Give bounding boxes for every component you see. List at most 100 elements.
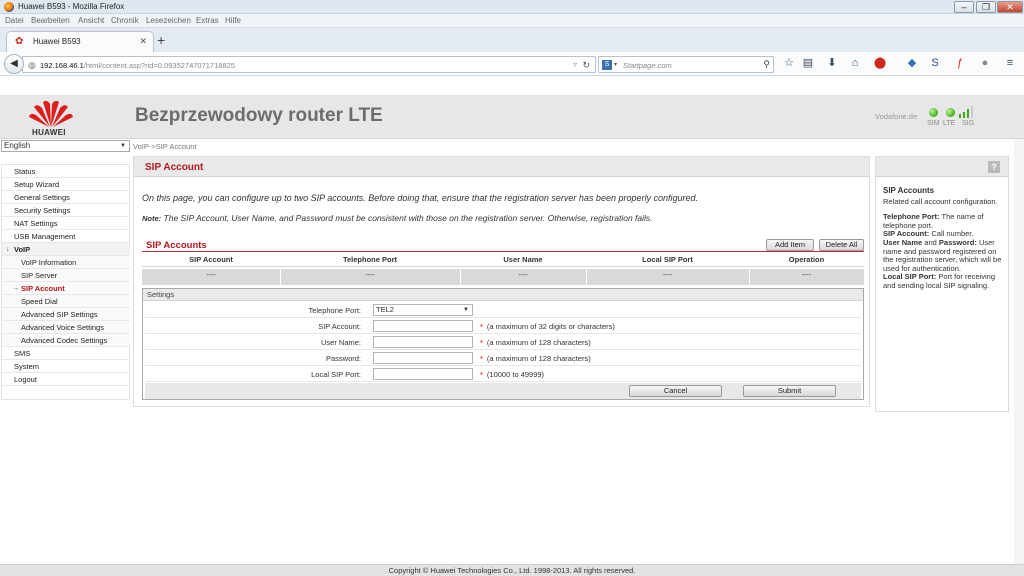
sidebar-item-sip-account[interactable]: → SIP Account [2, 282, 130, 295]
delete-all-button[interactable]: Delete All [819, 239, 864, 251]
reading-list-icon[interactable]: ▤ [800, 56, 816, 70]
language-select[interactable]: English ▼ [1, 140, 130, 152]
sip-account-label: SIP Account: [318, 322, 361, 331]
sim-label: SIM [927, 120, 940, 127]
section-divider [142, 251, 864, 252]
bookmark-star-icon[interactable]: ☆ [781, 56, 797, 70]
chevron-down-icon: ▼ [120, 143, 126, 149]
tab-label: Huawei B593 [33, 37, 81, 46]
panel-header: SIP Account [134, 157, 869, 177]
submit-button[interactable]: Submit [743, 385, 836, 397]
misc-extension-icon[interactable]: ● [977, 56, 993, 70]
adblock-icon[interactable]: ⬤ [872, 56, 888, 70]
sidebar-item-status[interactable]: Status [2, 165, 130, 178]
menu-lesezeichen[interactable]: Lesezeichen [146, 16, 191, 25]
sidebar-item-speed-dial[interactable]: Speed Dial [2, 295, 130, 308]
cell-telephone-port: ---- [365, 272, 375, 279]
sidebar-item-logout[interactable]: Logout [2, 373, 130, 386]
sidebar-item-sip-server[interactable]: SIP Server [2, 269, 130, 282]
sidebar-item-advanced-voice-settings[interactable]: Advanced Voice Settings [2, 321, 130, 334]
settings-box: Settings Telephone Port: TEL2 ▼ SIP Acco… [142, 288, 864, 400]
flash-icon[interactable]: ƒ [952, 56, 968, 70]
menu-hamburger-icon[interactable]: ≡ [1002, 56, 1018, 70]
user-name-label: User Name: [320, 338, 361, 347]
menu-datei[interactable]: Datei [5, 16, 24, 25]
sip-account-hint: (a maximum of 32 digits or characters) [486, 322, 615, 331]
engine-dropdown-icon[interactable]: ▾ [614, 61, 617, 68]
password-row: Password: * (a maximum of 128 characters) [145, 350, 861, 366]
sidebar-item-nat-settings[interactable]: NAT Settings [2, 217, 130, 230]
menu-chronik[interactable]: Chronik [111, 16, 139, 25]
page-scrollbar[interactable] [1014, 139, 1024, 564]
sidebar-item-sms[interactable]: SMS [2, 347, 130, 360]
sidebar-item-advanced-sip-settings[interactable]: Advanced SIP Settings [2, 308, 130, 321]
col-user-name: User Name [503, 255, 543, 264]
sidebar-item-security-settings[interactable]: Security Settings [2, 204, 130, 217]
password-input[interactable] [373, 352, 473, 364]
required-mark: * [480, 370, 483, 379]
help-icon[interactable]: ? [988, 161, 1000, 173]
window-titlebar: Huawei B593 - Mozilla Firefox – ❐ ✕ [0, 0, 1024, 14]
col-local-sip-port: Local SIP Port [642, 255, 693, 264]
close-window-button[interactable]: ✕ [997, 1, 1023, 13]
menubar: Datei Bearbeiten Ansicht Chronik Lesezei… [0, 14, 1024, 28]
local-sip-port-input[interactable] [373, 368, 473, 380]
sidebar-item-advanced-codec-settings[interactable]: Advanced Codec Settings [2, 334, 130, 347]
sidebar-item-system[interactable]: System [2, 360, 130, 373]
user-name-row: User Name: * (a maximum of 128 characters… [145, 334, 861, 350]
user-name-input[interactable] [373, 336, 473, 348]
new-tab-button[interactable]: + [157, 32, 165, 48]
intro-text: On this page, you can configure up to tw… [142, 193, 699, 203]
local-sip-port-hint: (10000 to 49999) [486, 370, 545, 379]
menu-ansicht[interactable]: Ansicht [78, 16, 104, 25]
sidebar-item-general-settings[interactable]: General Settings [2, 191, 130, 204]
url-path: /html/content.asp?rid=0.0935274707171882… [83, 61, 235, 70]
telephone-port-row: Telephone Port: TEL2 ▼ [145, 302, 861, 318]
huawei-logo-icon [29, 100, 73, 127]
settings-label: Settings [143, 289, 863, 301]
col-sip-account: SIP Account [189, 255, 233, 264]
help-desc: Related call account configuration. [883, 196, 998, 206]
restore-button[interactable]: ❐ [976, 1, 996, 13]
signal-strength-icon [959, 106, 979, 118]
firefox-icon [4, 2, 14, 12]
url-bar[interactable]: ◍ 192.168.46.1/html/content.asp?rid=0.09… [22, 56, 596, 73]
telephone-port-value: TEL2 [376, 305, 394, 314]
search-icon[interactable]: ⚲ [763, 59, 770, 70]
url-host: 192.168.46.1 [40, 61, 84, 70]
extension-icon[interactable]: ◆ [904, 56, 920, 70]
sidebar-item-voip[interactable]: ↓ VoIP [2, 243, 130, 256]
cell-sip-account: ---- [206, 272, 216, 279]
close-tab-icon[interactable]: ✕ [139, 36, 147, 47]
sip-account-input[interactable] [373, 320, 473, 332]
cell-user-name: ---- [518, 272, 528, 279]
search-placeholder: Startpage.com [623, 61, 672, 70]
menu-extras[interactable]: Extras [196, 16, 219, 25]
breadcrumb: VoIP->SIP Account [133, 142, 197, 151]
col-telephone-port: Telephone Port [342, 255, 398, 264]
menu-hilfe[interactable]: Hilfe [225, 16, 241, 25]
sidebar-item-usb-management[interactable]: USB Management [2, 230, 130, 243]
back-button[interactable]: ◀ [4, 54, 24, 74]
arrow-right-icon: → [12, 285, 19, 292]
window-title: Huawei B593 - Mozilla Firefox [18, 2, 125, 11]
sidebar-item-voip-information[interactable]: VoIP Information [2, 256, 130, 269]
globe-icon: ◍ [28, 60, 36, 70]
panel-title: SIP Account [145, 162, 204, 173]
navigation-bar: ◍ 192.168.46.1/html/content.asp?rid=0.09… [0, 52, 1024, 76]
cancel-button[interactable]: Cancel [629, 385, 722, 397]
minimize-button[interactable]: – [954, 1, 974, 13]
add-item-button[interactable]: Add Item [766, 239, 814, 251]
search-engine-icon[interactable]: S [602, 60, 612, 70]
huawei-favicon-icon: ✿ [15, 36, 24, 47]
download-icon[interactable]: ⬇ [824, 56, 840, 70]
search-bar[interactable]: S ▾ Startpage.com ⚲ [598, 56, 774, 73]
reload-icon[interactable]: ↻ [582, 60, 590, 71]
sidebar-item-setup-wizard[interactable]: Setup Wizard [2, 178, 130, 191]
menu-bearbeiten[interactable]: Bearbeiten [31, 16, 70, 25]
s-extension-icon[interactable]: S [927, 56, 943, 70]
home-icon[interactable]: ⌂ [847, 56, 863, 70]
tab-huawei[interactable]: ✿ Huawei B593 ✕ [6, 31, 154, 52]
dropdown-arrow-icon[interactable]: ▿ [573, 60, 577, 69]
telephone-port-select[interactable]: TEL2 ▼ [373, 304, 473, 316]
